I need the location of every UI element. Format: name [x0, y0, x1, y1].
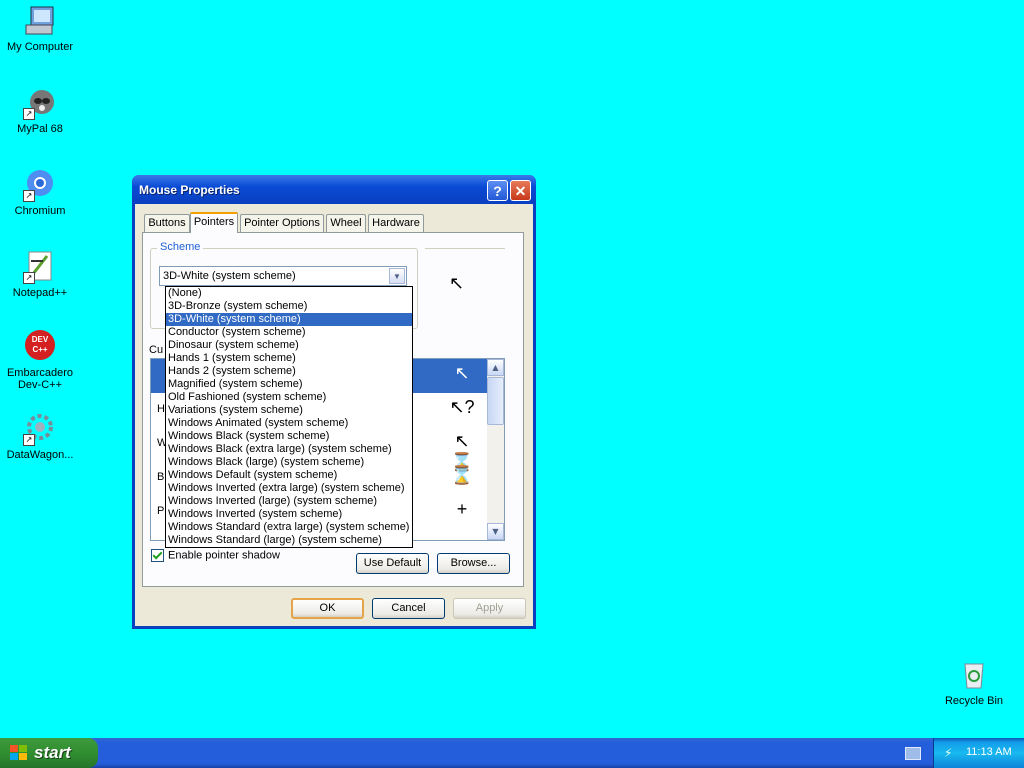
window-title: Mouse Properties: [139, 183, 240, 197]
shortcut-arrow-icon: ↗: [23, 108, 35, 120]
start-button[interactable]: start: [0, 738, 98, 768]
dropdown-option[interactable]: Windows Black (large) (system scheme): [166, 456, 412, 469]
dropdown-option[interactable]: Windows Standard (extra large) (system s…: [166, 521, 412, 534]
chromium-icon: ↗: [23, 168, 57, 202]
keyboard-icon[interactable]: [905, 747, 921, 760]
desktop-icon-recycle-bin[interactable]: Recycle Bin: [934, 658, 1014, 707]
dropdown-option[interactable]: Hands 1 (system scheme): [166, 352, 412, 365]
dropdown-option[interactable]: Windows Inverted (large) (system scheme): [166, 495, 412, 508]
close-button[interactable]: ✕: [510, 180, 531, 201]
list-item-label: B: [157, 471, 165, 483]
scroll-up-icon[interactable]: ▲: [487, 359, 504, 376]
desktop-icon-label: Chromium: [14, 205, 66, 217]
hourglass-icon: ⌛: [450, 465, 474, 485]
dev-cpp-badge: DEV C++: [25, 330, 55, 360]
scroll-thumb[interactable]: [487, 377, 504, 425]
scroll-down-icon[interactable]: ▼: [487, 523, 504, 540]
notepad-plus-plus-icon: ↗: [23, 250, 57, 284]
enable-pointer-shadow-label: Enable pointer shadow: [168, 549, 280, 562]
dropdown-option[interactable]: (None): [166, 287, 412, 300]
clock[interactable]: 11:13 AM: [966, 746, 1012, 758]
desktop-icon-notepadpp[interactable]: ↗ Notepad++: [0, 250, 80, 299]
crosshair-icon: +: [456, 499, 468, 519]
dropdown-option[interactable]: Conductor (system scheme): [166, 326, 412, 339]
dropdown-option[interactable]: Old Fashioned (system scheme): [166, 391, 412, 404]
list-item-label: P: [157, 505, 165, 517]
shortcut-arrow-icon: ↗: [23, 272, 35, 284]
scheme-group-label: Scheme: [157, 241, 204, 253]
desktop-icon-label-line2: Dev-C++: [17, 379, 63, 391]
desktop-icon-datawagon[interactable]: ↗ DataWagon...: [0, 412, 80, 461]
dropdown-option[interactable]: Windows Black (system scheme): [166, 430, 412, 443]
list-item-label: H: [157, 403, 165, 415]
browse-button[interactable]: Browse...: [437, 553, 510, 574]
title-bar[interactable]: Mouse Properties ? ✕: [132, 175, 536, 204]
dropdown-option[interactable]: Windows Default (system scheme): [166, 469, 412, 482]
tab-pointers[interactable]: Pointers: [190, 212, 238, 233]
customize-label: Cu: [149, 344, 164, 356]
desktop-icon-mypal[interactable]: ↗ MyPal 68: [0, 86, 80, 135]
dropdown-option-selected[interactable]: 3D-White (system scheme): [166, 313, 412, 326]
enable-pointer-shadow[interactable]: Enable pointer shadow: [151, 549, 280, 562]
computer-icon: [23, 4, 57, 38]
apply-button: Apply: [453, 598, 526, 619]
tab-wheel[interactable]: Wheel: [326, 214, 366, 232]
windows-logo-icon: [10, 745, 27, 760]
chevron-down-icon[interactable]: ▼: [389, 268, 405, 284]
shortcut-arrow-icon: ↗: [23, 190, 35, 202]
tab-pointer-options[interactable]: Pointer Options: [240, 214, 324, 232]
desktop-icon-chromium[interactable]: ↗ Chromium: [0, 168, 80, 217]
desktop-icon-label: My Computer: [6, 41, 74, 53]
desktop-icon-my-computer[interactable]: My Computer: [0, 4, 80, 53]
dropdown-option[interactable]: Variations (system scheme): [166, 404, 412, 417]
desktop-icon-label: DataWagon...: [6, 449, 74, 461]
desktop-icon-label: MyPal 68: [17, 123, 63, 135]
help-select-pointer-icon: ↖?: [449, 397, 475, 417]
arrow-pointer-icon: ↖: [449, 273, 465, 294]
dev-cpp-icon: DEV C++: [23, 330, 57, 364]
scheme-dropdown-list[interactable]: (None) 3D-Bronze (system scheme) 3D-Whit…: [165, 286, 413, 548]
dropdown-option[interactable]: Hands 2 (system scheme): [166, 365, 412, 378]
shortcut-arrow-icon: ↗: [23, 434, 35, 446]
help-button[interactable]: ?: [487, 180, 508, 201]
system-tray: ⚡ 11:13 AM: [933, 738, 1024, 768]
tab-buttons[interactable]: Buttons: [144, 214, 190, 232]
tab-hardware[interactable]: Hardware: [368, 214, 424, 232]
start-label: start: [34, 743, 71, 762]
scheme-select[interactable]: 3D-White (system scheme) ▼: [159, 266, 407, 286]
dropdown-option[interactable]: 3D-Bronze (system scheme): [166, 300, 412, 313]
dropdown-option[interactable]: Windows Black (extra large) (system sche…: [166, 443, 412, 456]
taskbar: start ⚡ 11:13 AM: [0, 738, 1024, 768]
dropdown-option[interactable]: Windows Animated (system scheme): [166, 417, 412, 430]
desktop-icon-devcpp[interactable]: DEV C++ Embarcadero Dev-C++: [0, 330, 80, 391]
dropdown-option[interactable]: Windows Inverted (system scheme): [166, 508, 412, 521]
arrow-pointer-icon: ↖: [454, 363, 470, 383]
list-scrollbar[interactable]: ▲ ▼: [487, 359, 504, 540]
scheme-select-value: 3D-White (system scheme): [163, 270, 296, 282]
recycle-bin-icon: [957, 658, 991, 692]
gear-icon: ↗: [23, 412, 57, 446]
dropdown-option[interactable]: Magnified (system scheme): [166, 378, 412, 391]
desktop-icon-label: Notepad++: [12, 287, 68, 299]
network-icon[interactable]: ⚡: [944, 746, 958, 760]
enable-pointer-shadow-checkbox[interactable]: [151, 549, 164, 562]
desktop-icon-label-line1: Embarcadero: [6, 367, 74, 379]
use-default-button[interactable]: Use Default: [356, 553, 429, 574]
raccoon-icon: ↗: [23, 86, 57, 120]
cancel-button[interactable]: Cancel: [372, 598, 445, 619]
ok-button[interactable]: OK: [291, 598, 364, 619]
desktop-icon-label: Recycle Bin: [944, 695, 1004, 707]
dropdown-option[interactable]: Dinosaur (system scheme): [166, 339, 412, 352]
dropdown-option[interactable]: Windows Inverted (extra large) (system s…: [166, 482, 412, 495]
pointer-preview: ↖: [425, 248, 505, 327]
dropdown-option[interactable]: Windows Standard (large) (system scheme): [166, 534, 412, 547]
